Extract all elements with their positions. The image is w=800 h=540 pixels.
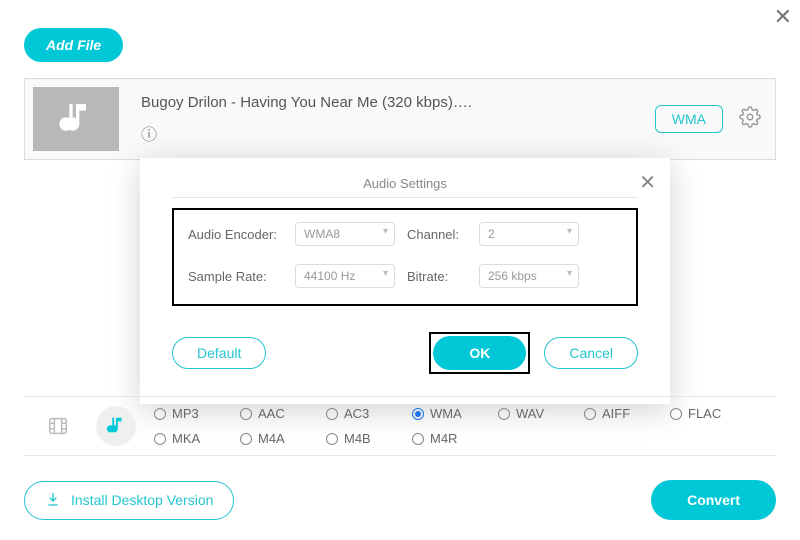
convert-button[interactable]: Convert (651, 480, 776, 520)
format-radio-wav[interactable]: WAV (498, 406, 584, 421)
install-label: Install Desktop Version (71, 492, 213, 508)
format-radio-m4r[interactable]: M4R (412, 431, 498, 446)
default-button[interactable]: Default (172, 337, 266, 369)
modal-close-icon[interactable]: ✕ (639, 170, 656, 195)
radio-dot (154, 433, 166, 445)
cancel-button[interactable]: Cancel (544, 337, 638, 369)
format-label: M4A (258, 431, 285, 446)
audio-tab-icon[interactable] (96, 406, 136, 446)
modal-title: Audio Settings (172, 176, 638, 198)
radio-dot (412, 408, 424, 420)
format-radio-ac3[interactable]: AC3 (326, 406, 412, 421)
video-tab-icon[interactable] (38, 406, 78, 446)
samplerate-label: Sample Rate: (188, 269, 283, 284)
format-label: MP3 (172, 406, 199, 421)
bitrate-select[interactable]: 256 kbps (479, 264, 579, 288)
format-radio-flac[interactable]: FLAC (670, 406, 756, 421)
format-label: FLAC (688, 406, 721, 421)
format-label: AAC (258, 406, 285, 421)
file-row: Bugoy Drilon - Having You Near Me (320 k… (24, 78, 776, 160)
radio-dot (670, 408, 682, 420)
add-file-button[interactable]: Add File (24, 28, 123, 62)
format-label: M4B (344, 431, 371, 446)
format-radio-mka[interactable]: MKA (154, 431, 240, 446)
bitrate-label: Bitrate: (407, 269, 467, 284)
radio-dot (154, 408, 166, 420)
radio-dot (498, 408, 510, 420)
format-bar: MP3 AAC AC3 WMA WAV AIFF FLAC MKA M4A M4B M4R (24, 396, 776, 456)
format-label: AIFF (602, 406, 630, 421)
encoder-select[interactable]: WMA8 (295, 222, 395, 246)
radio-dot (584, 408, 596, 420)
format-label: AC3 (344, 406, 369, 421)
settings-group: Audio Encoder: WMA8 Channel: 2 Sample Ra… (172, 208, 638, 306)
info-icon[interactable]: ⓘ (141, 121, 655, 145)
format-radio-m4a[interactable]: M4A (240, 431, 326, 446)
channel-label: Channel: (407, 227, 467, 242)
format-label: M4R (430, 431, 457, 446)
encoder-label: Audio Encoder: (188, 227, 283, 242)
format-radio-m4b[interactable]: M4B (326, 431, 412, 446)
format-radio-wma[interactable]: WMA (412, 406, 498, 421)
format-label: WAV (516, 406, 544, 421)
radio-dot (240, 408, 252, 420)
file-title: Bugoy Drilon - Having You Near Me (320 k… (141, 94, 655, 111)
format-label: WMA (430, 406, 462, 421)
install-desktop-button[interactable]: Install Desktop Version (24, 481, 234, 520)
radio-dot (412, 433, 424, 445)
output-format-chip[interactable]: WMA (655, 105, 723, 133)
main-close-icon[interactable]: ✕ (774, 4, 792, 30)
gear-icon[interactable] (739, 106, 761, 133)
radio-dot (326, 433, 338, 445)
samplerate-select[interactable]: 44100 Hz (295, 264, 395, 288)
audio-settings-modal: ✕ Audio Settings Audio Encoder: WMA8 Cha… (140, 158, 670, 404)
audio-thumbnail (33, 87, 119, 151)
ok-button[interactable]: OK (433, 336, 526, 370)
format-radio-aac[interactable]: AAC (240, 406, 326, 421)
format-radio-mp3[interactable]: MP3 (154, 406, 240, 421)
format-label: MKA (172, 431, 200, 446)
ok-highlight: OK (429, 332, 530, 374)
channel-select[interactable]: 2 (479, 222, 579, 246)
radio-dot (240, 433, 252, 445)
radio-dot (326, 408, 338, 420)
format-radio-aiff[interactable]: AIFF (584, 406, 670, 421)
download-icon (45, 491, 61, 510)
